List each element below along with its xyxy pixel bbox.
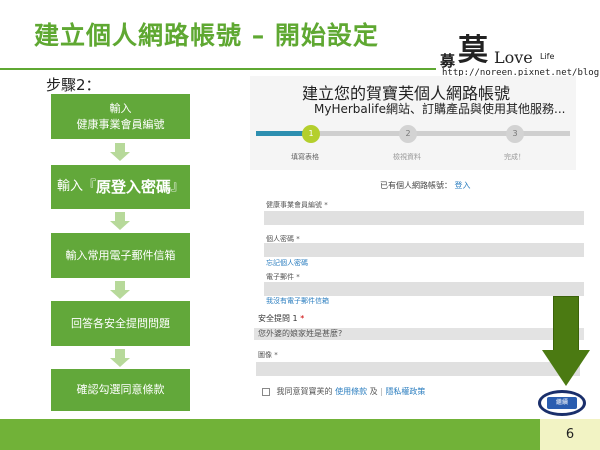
- flow-step-password: 輸入『 原登入密碼』: [51, 165, 190, 209]
- flow-step-member-id: 輸入 健康事業會員編號: [51, 94, 190, 139]
- email-field[interactable]: [264, 282, 584, 296]
- security-question-select[interactable]: 您外婆的娘家姓是甚麼?: [254, 328, 584, 340]
- step-label: 步驟2：: [46, 76, 101, 94]
- security-question-label: 安全提問 1 *: [258, 313, 304, 324]
- privacy-link[interactable]: 隱私權政策: [385, 387, 425, 396]
- no-email-link[interactable]: 我沒有電子郵件信箱: [266, 296, 329, 306]
- progress-label-1: 填寫表格: [291, 153, 319, 161]
- member-id-label: 健康事業會員編號 *: [266, 201, 328, 209]
- flow-step-agree: 確認勾選同意條款: [51, 369, 190, 411]
- flow-arrow-down-icon: [110, 349, 130, 367]
- agree-row: 我同意賀寶芙的 使用條款 及 | 隱私權政策: [262, 386, 425, 397]
- flow-step-pre: 輸入『: [56, 179, 96, 194]
- progress-step-3: 3: [506, 125, 524, 143]
- login-link[interactable]: 登入: [455, 181, 471, 190]
- agree-text: 我同意賀寶芙的: [276, 387, 333, 396]
- have-account-text: 已有個人網路帳號：: [380, 181, 452, 190]
- agree-checkbox[interactable]: [262, 387, 270, 396]
- footer-bar: [0, 419, 540, 450]
- captcha-field[interactable]: [256, 362, 580, 376]
- flow-step-line: 輸入常用電子郵件信箱: [65, 248, 176, 262]
- flow-step-line: 回答各安全提問問題: [71, 316, 170, 330]
- required-mark: *: [300, 314, 305, 323]
- forgot-password-link[interactable]: 忘記個人密碼: [266, 258, 308, 268]
- flow-step-bold: 原登入密碼: [95, 178, 171, 196]
- flow-step-post: 』: [171, 179, 185, 194]
- member-id-field[interactable]: [264, 211, 584, 225]
- progress-label-3: 完成！: [504, 153, 525, 161]
- slide-title: 建立個人網路帳號 – 開始設定: [34, 21, 379, 50]
- captcha-label: 圖像 *: [258, 351, 278, 359]
- flow-step-line: 確認勾選同意條款: [76, 383, 165, 396]
- security-label-text: 安全提問 1: [258, 314, 298, 323]
- and-text: 及: [369, 387, 378, 396]
- logo-big-char: 莫: [458, 33, 488, 68]
- form-subtitle: MyHerbalife網站、訂購產品與使用其他服務...: [314, 102, 566, 116]
- flow-step-email: 輸入常用電子郵件信箱: [51, 233, 190, 278]
- have-account-row: 已有個人網路帳號： 登入: [380, 180, 471, 191]
- email-label: 電子郵件 *: [266, 273, 300, 281]
- flow-arrow-down-icon: [110, 212, 130, 230]
- progress-step-2: 2: [399, 125, 417, 143]
- arrow-down-icon: [542, 296, 590, 388]
- flow-step-line: 健康事業會員編號: [76, 117, 165, 131]
- logo-love: Love: [494, 48, 533, 67]
- flow-arrow-down-icon: [110, 143, 130, 161]
- title-underline: [0, 68, 436, 70]
- logo-life: Life: [540, 52, 555, 61]
- terms-link[interactable]: 使用條款: [335, 387, 367, 396]
- flow-arrow-down-icon: [110, 281, 130, 299]
- flow-step-line: 輸入: [109, 101, 132, 115]
- password-field[interactable]: [264, 243, 584, 257]
- page-number: 6: [540, 419, 600, 450]
- progress-label-2: 檢視資料: [393, 153, 421, 161]
- continue-button[interactable]: 繼續: [547, 397, 577, 409]
- progress-step-1: 1: [302, 125, 320, 143]
- flow-step-security: 回答各安全提問問題: [51, 301, 190, 346]
